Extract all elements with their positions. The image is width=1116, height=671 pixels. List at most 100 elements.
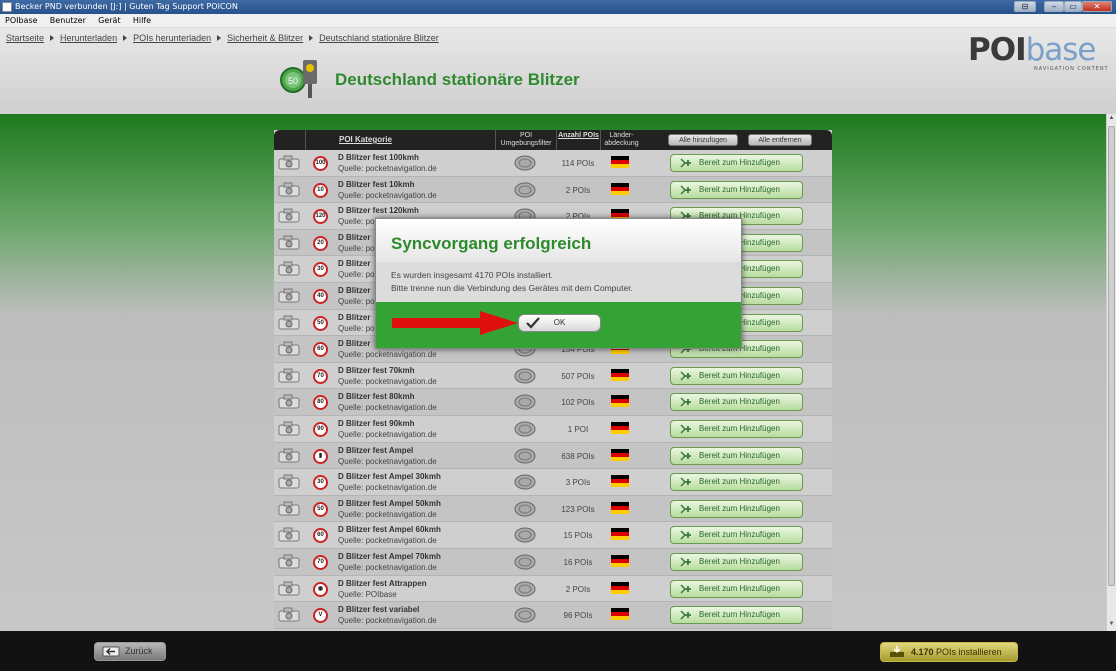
camera-icon[interactable]	[278, 261, 300, 276]
breadcrumb-sicherheit[interactable]: Sicherheit & Blitzer	[227, 33, 303, 43]
poi-table: POI Kategorie POI Umgebungsfilter Anzahl…	[274, 130, 832, 629]
radar-filter-icon[interactable]	[514, 581, 536, 597]
category-name: D Blitzer	[338, 339, 371, 349]
column-count[interactable]: Anzahl POIs	[556, 130, 600, 150]
speed-sign-icon: 30	[313, 475, 328, 491]
radar-filter-icon[interactable]	[514, 421, 536, 437]
breadcrumb-startseite[interactable]: Startseite	[6, 33, 44, 43]
radar-filter-icon[interactable]	[514, 474, 536, 490]
add-category-button[interactable]: Bereit zum Hinzufügen	[670, 499, 803, 518]
add-icon	[680, 557, 691, 567]
menu-geraet[interactable]: Gerät	[98, 16, 120, 25]
category-source: Quelle: pocketnavigation.de	[338, 483, 437, 493]
camera-icon[interactable]	[278, 474, 300, 489]
add-icon	[680, 610, 691, 620]
add-category-button[interactable]: Bereit zum Hinzufügen	[670, 579, 803, 598]
add-category-button[interactable]: Bereit zum Hinzufügen	[670, 526, 803, 545]
table-row: 100 D Blitzer fest 100kmh Quelle: pocketna…	[274, 150, 832, 177]
add-label: Bereit zum Hinzufügen	[699, 424, 780, 433]
vertical-scrollbar[interactable]: ▲ ▼	[1106, 114, 1116, 631]
speed-sign-icon: ▮	[313, 448, 328, 464]
menu-benutzer[interactable]: Benutzer	[50, 16, 86, 25]
camera-icon[interactable]	[278, 315, 300, 330]
camera-icon[interactable]	[278, 208, 300, 223]
add-category-button[interactable]: Bereit zum Hinzufügen	[670, 154, 803, 172]
add-category-button[interactable]: Bereit zum Hinzufügen	[670, 420, 803, 438]
back-button[interactable]: Zurück	[94, 642, 166, 661]
radar-filter-icon[interactable]	[514, 448, 536, 464]
germany-flag-icon	[611, 528, 629, 541]
dialog-line-2: Bitte trenne nun die Verbindung des Gerä…	[391, 283, 633, 293]
speed-sign-icon: 60	[313, 342, 328, 358]
germany-flag-icon	[611, 422, 629, 434]
radar-filter-icon[interactable]	[514, 368, 536, 384]
add-category-button[interactable]: Bereit zum Hinzufügen	[670, 553, 803, 571]
add-category-button[interactable]: Bereit zum Hinzufügen	[670, 393, 803, 412]
category-name: D Blitzer fest variabel	[338, 605, 420, 615]
install-pois-button[interactable]: 4.170 POIs installieren	[880, 642, 1018, 662]
back-arrow-icon	[102, 646, 120, 657]
camera-icon[interactable]	[278, 394, 300, 409]
radar-filter-icon[interactable]	[514, 554, 536, 570]
camera-icon[interactable]	[278, 501, 300, 516]
camera-icon[interactable]	[278, 527, 300, 542]
restore-icon[interactable]: ⊟	[1014, 1, 1036, 12]
menu-poibase[interactable]: POIbase	[5, 16, 38, 25]
scroll-up-icon[interactable]: ▲	[1108, 115, 1115, 124]
maximize-button[interactable]: ▭	[1064, 1, 1082, 12]
radar-filter-icon[interactable]	[514, 501, 536, 517]
install-count: 4.170	[911, 647, 934, 657]
radar-filter-icon[interactable]	[514, 607, 536, 623]
camera-icon[interactable]	[278, 554, 300, 569]
speed-sign-icon: 70	[313, 368, 328, 384]
breadcrumb-pois-herunterladen[interactable]: POIs herunterladen	[133, 33, 211, 43]
category-source: Quelle: pocketnavigation.de	[338, 350, 437, 360]
germany-flag-icon	[611, 501, 629, 514]
category-source: Quelle: po	[338, 323, 375, 333]
table-row: 50 D Blitzer fest Ampel 50kmh Quelle: pock…	[274, 495, 832, 523]
camera-icon[interactable]	[278, 288, 300, 303]
breadcrumb: Startseite Herunterladen POIs herunterlade…	[6, 33, 439, 43]
camera-icon[interactable]	[278, 235, 300, 250]
radar-filter-icon[interactable]	[514, 182, 536, 198]
camera-icon[interactable]	[278, 448, 300, 463]
camera-icon[interactable]	[278, 341, 300, 356]
column-coverage: Länder-abdeckung	[600, 130, 642, 150]
add-category-button[interactable]: Bereit zum Hinzufügen	[670, 606, 803, 625]
scroll-down-icon[interactable]: ▼	[1108, 621, 1115, 630]
radar-filter-icon[interactable]	[514, 527, 536, 543]
category-source: Quelle: pocketnavigation.de	[338, 509, 437, 519]
camera-icon[interactable]	[278, 581, 300, 596]
camera-icon[interactable]	[278, 368, 300, 383]
camera-icon[interactable]	[278, 182, 300, 197]
scrollbar-thumb[interactable]	[1108, 126, 1115, 586]
ok-button[interactable]: OK	[518, 314, 601, 332]
camera-icon[interactable]	[278, 155, 300, 170]
camera-icon[interactable]	[278, 421, 300, 436]
add-label: Bereit zum Hinzufügen	[699, 583, 780, 593]
add-category-button[interactable]: Bereit zum Hinzufügen	[670, 180, 803, 199]
close-button[interactable]: ✕	[1082, 1, 1112, 12]
column-category[interactable]: POI Kategorie	[305, 130, 495, 150]
breadcrumb-current[interactable]: Deutschland stationäre Blitzer	[319, 33, 439, 43]
camera-icon[interactable]	[278, 607, 300, 622]
table-row: 90 D Blitzer fest 90kmh Quelle: pocketnavi…	[274, 416, 832, 443]
add-all-button[interactable]: Alle hinzufügen	[668, 134, 738, 146]
speed-sign-icon: 40	[313, 289, 328, 304]
remove-all-button[interactable]: Alle entfernen	[748, 134, 812, 146]
add-category-button[interactable]: Bereit zum Hinzufügen	[670, 366, 803, 385]
add-category-button[interactable]: Bereit zum Hinzufügen	[670, 473, 803, 492]
category-name: D Blitzer fest 80kmh	[338, 392, 415, 402]
radar-filter-icon[interactable]	[514, 155, 536, 171]
back-label: Zurück	[125, 646, 153, 656]
dialog-title: Syncvorgang erfolgreich	[391, 234, 592, 253]
chevron-right-icon	[50, 35, 55, 41]
menu-hilfe[interactable]: Hilfe	[133, 16, 151, 25]
minimize-button[interactable]: –	[1044, 1, 1064, 12]
add-label: Bereit zum Hinzufügen	[699, 397, 780, 407]
breadcrumb-herunterladen[interactable]: Herunterladen	[60, 33, 117, 43]
germany-flag-icon	[611, 156, 629, 168]
add-category-button[interactable]: Bereit zum Hinzufügen	[670, 446, 803, 465]
category-source: Quelle: pocketnavigation.de	[338, 376, 437, 386]
radar-filter-icon[interactable]	[514, 394, 536, 410]
